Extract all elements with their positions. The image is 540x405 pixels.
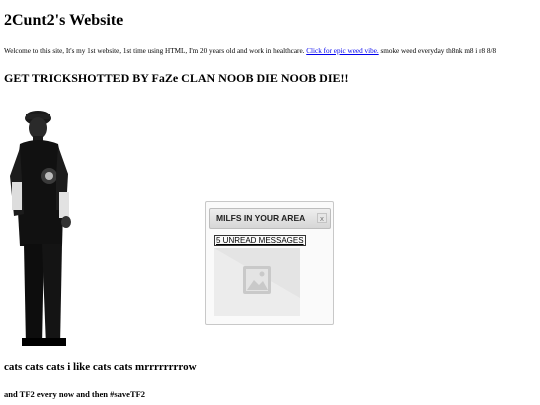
ad-title: MILFS IN YOUR AREA (216, 213, 306, 223)
cats-heading: cats cats cats i like cats cats mrrrrrrr… (4, 361, 197, 373)
page-title: 2Cunt2's Website (4, 12, 124, 29)
intro-text: Welcome to this site, It's my 1st websit… (4, 47, 305, 55)
ad-header: MILFS IN YOUR AREA x (209, 208, 331, 229)
intro-paragraph: Welcome to this site, It's my 1st websit… (4, 47, 496, 55)
close-icon[interactable]: x (317, 213, 327, 223)
weed-vibe-link[interactable]: Click for epic weed vibe. (306, 47, 378, 55)
ad-image[interactable] (214, 248, 300, 316)
trickshot-headline: GET TRICKSHOTTED BY FaZe CLAN NOOB DIE N… (4, 71, 349, 85)
unread-messages-link[interactable]: 5 UNREAD MESSAGES (214, 235, 306, 246)
image-placeholder-icon (214, 248, 300, 316)
intro-after-text: smoke weed everyday th8nk m8 i r8 8/8 (380, 47, 497, 55)
popup-ad[interactable]: MILFS IN YOUR AREA x 5 UNREAD MESSAGES (205, 201, 334, 325)
tf2-heading: and TF2 every now and then #saveTF2 (4, 389, 146, 399)
dancing-man-image (10, 111, 71, 346)
